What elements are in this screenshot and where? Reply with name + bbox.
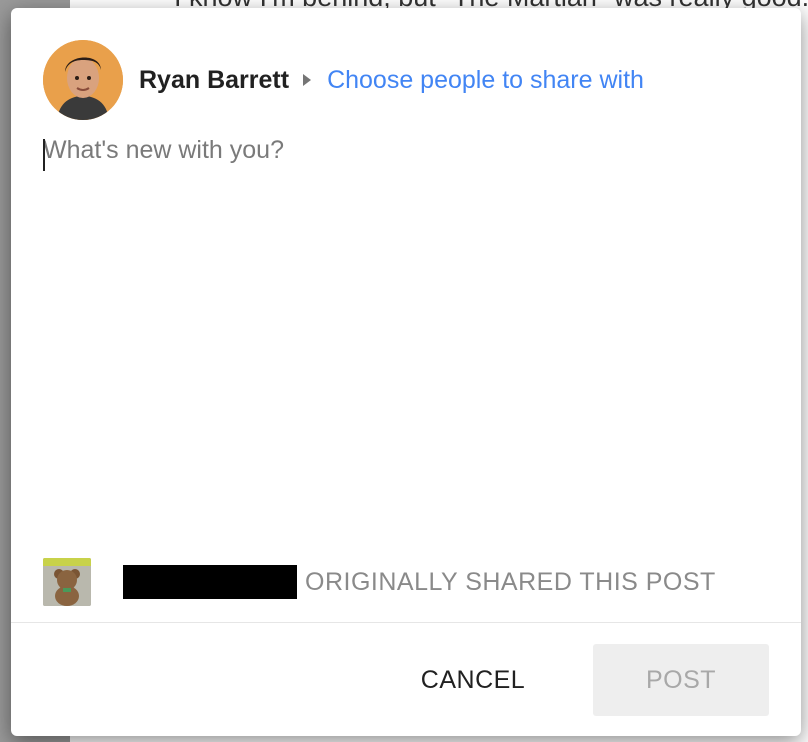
caret-right-icon	[303, 74, 312, 86]
post-button[interactable]: POST	[593, 644, 769, 716]
avatar	[43, 40, 123, 120]
cancel-button[interactable]: CANCEL	[403, 644, 543, 716]
reshare-attribution: ORIGINALLY SHARED THIS POST	[43, 558, 716, 606]
share-dialog: Ryan Barrett Choose people to share with…	[11, 8, 801, 736]
author-name: Ryan Barrett	[139, 65, 290, 94]
post-composer-input[interactable]	[43, 136, 771, 536]
dialog-header: Ryan Barrett Choose people to share with	[43, 40, 644, 120]
original-poster-avatar	[43, 558, 91, 606]
teddy-bear-icon	[43, 558, 91, 606]
text-cursor	[43, 139, 45, 171]
reshare-note: ORIGINALLY SHARED THIS POST	[305, 567, 716, 596]
avatar-photo-icon	[43, 40, 123, 120]
choose-audience-link[interactable]: Choose people to share with	[327, 66, 644, 95]
redacted-name	[123, 565, 297, 599]
footer-divider	[11, 622, 801, 623]
